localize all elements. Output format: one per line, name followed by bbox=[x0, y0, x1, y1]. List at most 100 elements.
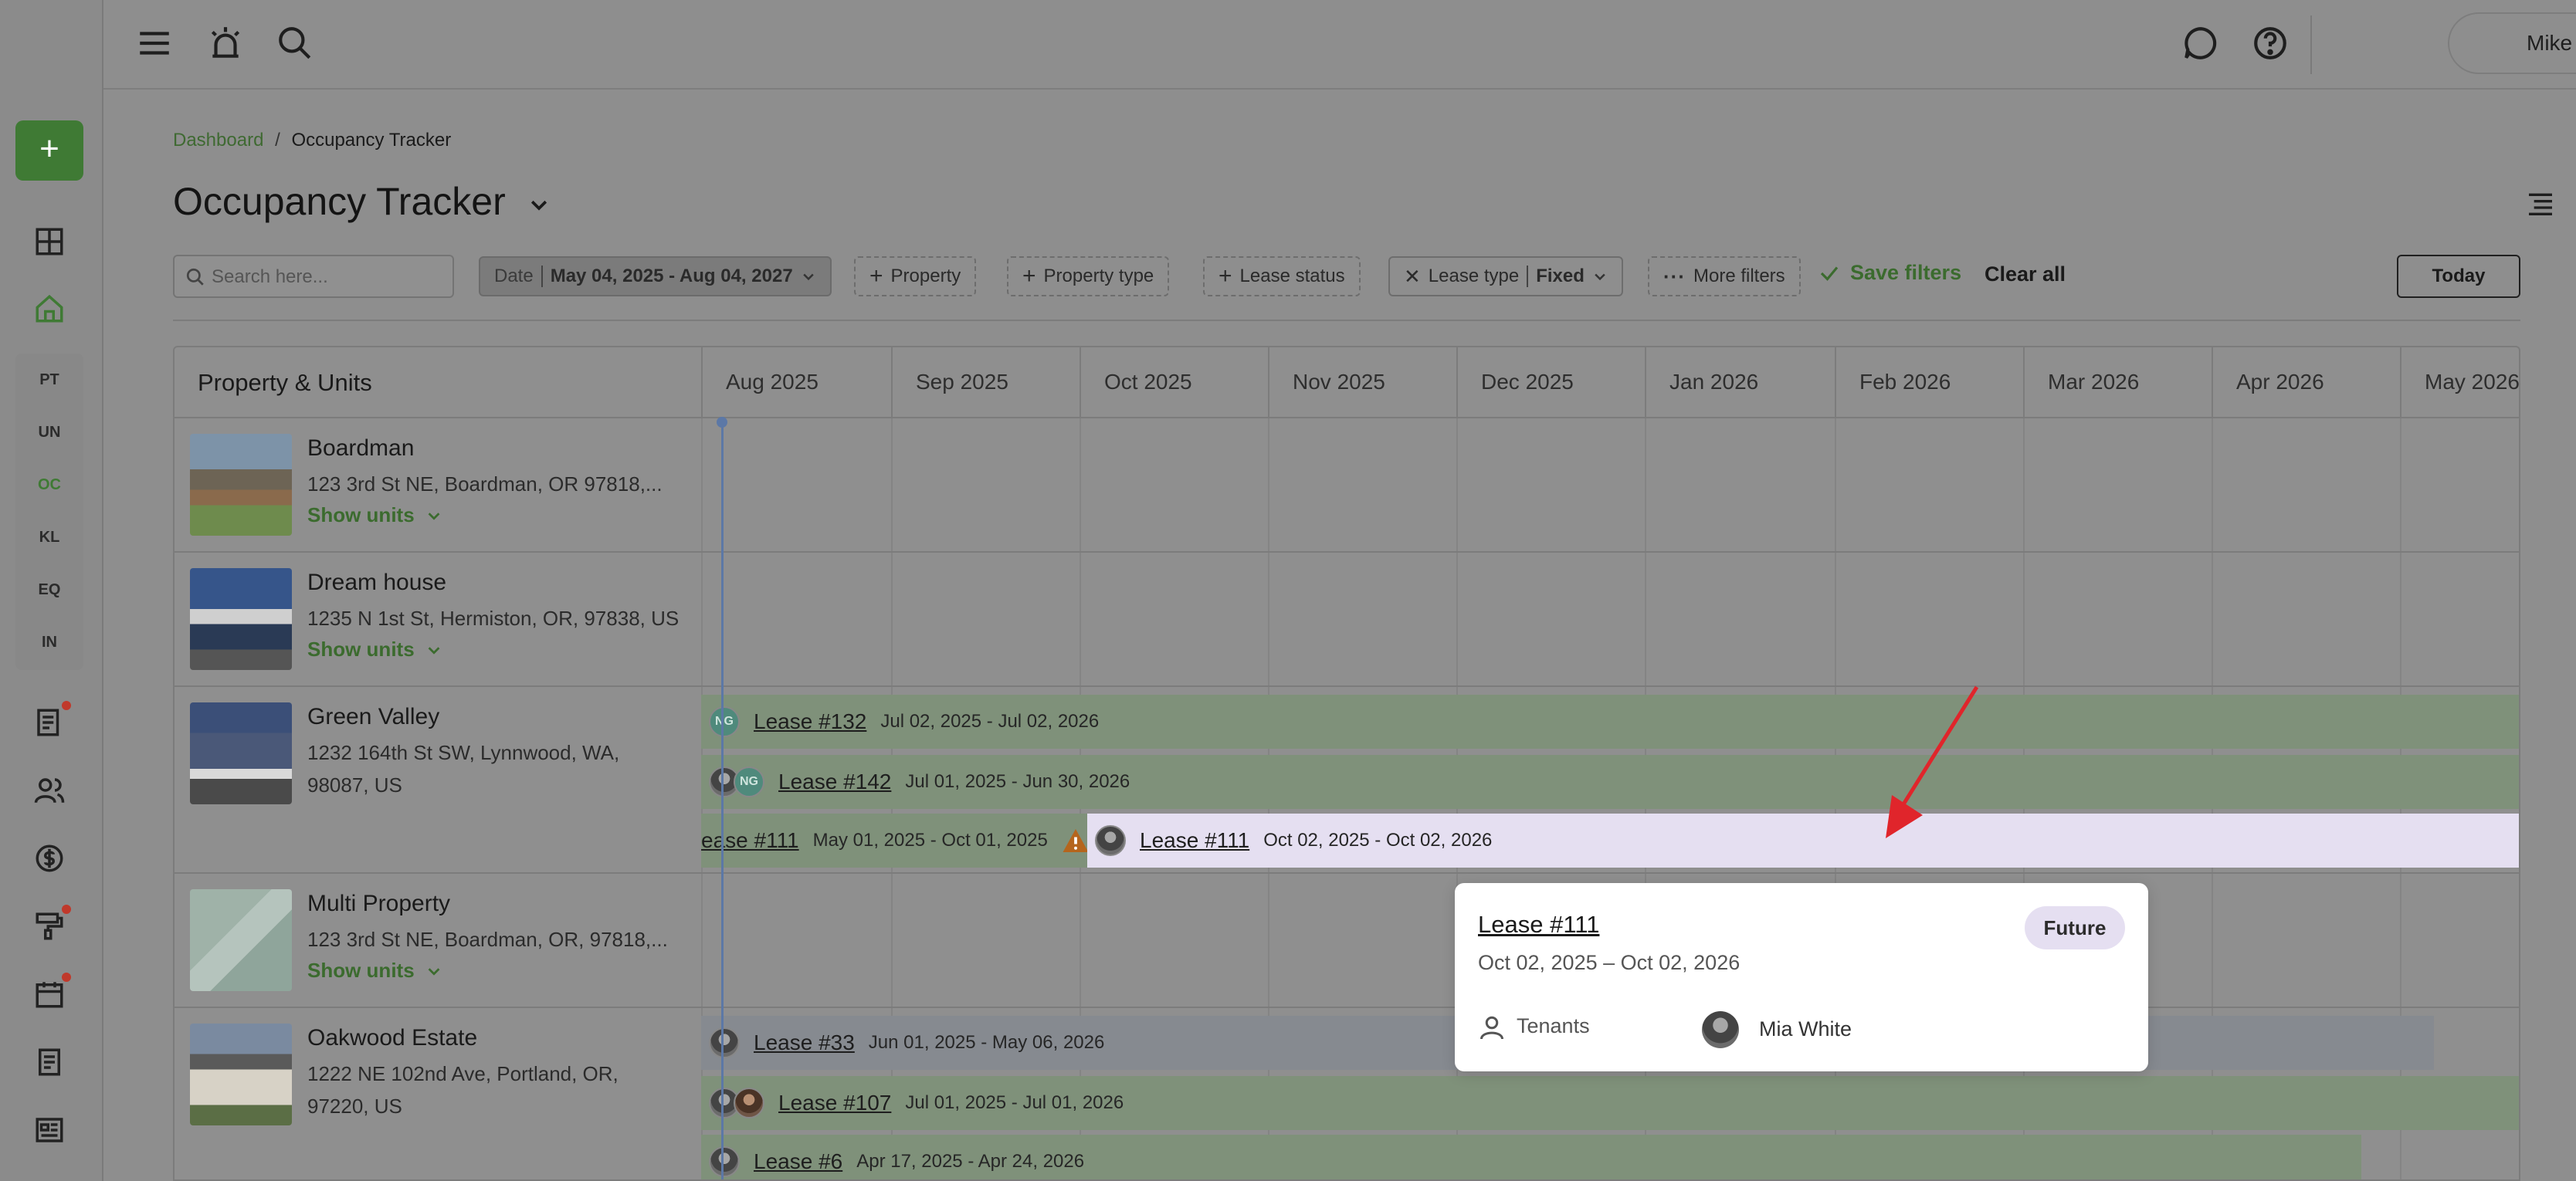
user-name: Mike bbox=[2527, 31, 2573, 55]
lease-bar[interactable]: NG Lease #132 Jul 02, 2025 - Jul 02, 202… bbox=[701, 695, 2519, 749]
property-type-filter[interactable]: + Property type bbox=[1007, 256, 1170, 296]
search-input[interactable] bbox=[212, 264, 443, 290]
plus-icon: + bbox=[1219, 263, 1232, 289]
month-header: Apr 2026 bbox=[2212, 347, 2400, 417]
today-button[interactable]: Today bbox=[2397, 255, 2520, 298]
month-header: Sep 2025 bbox=[891, 347, 1080, 417]
nav-item-kl[interactable]: KL bbox=[15, 514, 83, 560]
breadcrumb-home-link[interactable]: Dashboard bbox=[173, 130, 263, 151]
chat-icon[interactable] bbox=[2178, 20, 2224, 66]
document-icon[interactable] bbox=[26, 1039, 73, 1085]
annotation-arrow-icon bbox=[1886, 685, 1979, 838]
page-title[interactable]: Occupancy Tracker bbox=[173, 179, 551, 224]
lease-link[interactable]: ease #111 bbox=[701, 828, 799, 853]
popup-dates: Oct 02, 2025 – Oct 02, 2026 bbox=[1478, 951, 1740, 974]
tenants-label: Tenants bbox=[1517, 1014, 1590, 1037]
nav-item-un[interactable]: UN bbox=[15, 409, 83, 455]
search-icon[interactable] bbox=[272, 20, 318, 66]
tenant-avatar bbox=[734, 1088, 764, 1118]
add-button[interactable]: + bbox=[15, 120, 83, 181]
popup-lease-link[interactable]: Lease #111 bbox=[1478, 911, 1599, 939]
lease-bar-selected[interactable]: Lease #111 Oct 02, 2025 - Oct 02, 2026 bbox=[1087, 814, 2519, 868]
help-icon[interactable] bbox=[2247, 20, 2293, 66]
lease-dates: Jul 01, 2025 - Jul 01, 2026 bbox=[905, 1092, 1124, 1113]
tenant-name[interactable]: Mia White bbox=[1759, 1017, 1852, 1041]
today-marker bbox=[717, 417, 727, 428]
dollar-icon[interactable] bbox=[26, 835, 73, 882]
chevron-down-icon bbox=[428, 646, 440, 655]
month-header: Nov 2025 bbox=[1268, 347, 1456, 417]
chevron-down-icon bbox=[1595, 273, 1605, 281]
tenant-avatar bbox=[1702, 1011, 1739, 1048]
property-address: 123 3rd St NE, Boardman, OR 97818,... bbox=[307, 472, 663, 496]
property-thumbnail bbox=[190, 1024, 292, 1125]
lease-link[interactable]: Lease #132 bbox=[754, 709, 866, 734]
nav-item-oc[interactable]: OC bbox=[15, 462, 83, 508]
lease-link[interactable]: Lease #142 bbox=[778, 770, 891, 794]
column-settings-icon[interactable] bbox=[2523, 188, 2557, 219]
lease-dates: Oct 02, 2025 - Oct 02, 2026 bbox=[1263, 830, 1493, 851]
month-header: Mar 2026 bbox=[2023, 347, 2212, 417]
alarm-icon[interactable] bbox=[202, 20, 249, 66]
tenant-avatar bbox=[709, 1146, 740, 1177]
lease-dates: Jun 01, 2025 - May 06, 2026 bbox=[868, 1032, 1105, 1053]
lease-link[interactable]: Lease #33 bbox=[754, 1030, 855, 1055]
dashboard-grid-icon[interactable] bbox=[26, 218, 73, 265]
nav-item-in[interactable]: IN bbox=[15, 619, 83, 665]
divider bbox=[2310, 15, 2312, 74]
lease-bar[interactable]: Lease #6 Apr 17, 2025 - Apr 24, 2026 bbox=[701, 1135, 2361, 1179]
tenant-avatar bbox=[709, 1027, 740, 1058]
plus-icon: + bbox=[1022, 263, 1036, 289]
lease-link[interactable]: Lease #107 bbox=[778, 1091, 891, 1115]
search-box[interactable] bbox=[173, 255, 454, 298]
divider bbox=[173, 320, 2520, 321]
home-icon[interactable] bbox=[26, 286, 73, 332]
lease-bar[interactable]: ease #111 May 01, 2025 - Oct 01, 2025 bbox=[701, 814, 1090, 868]
save-filters-button[interactable]: Save filters bbox=[1818, 261, 1961, 285]
property-name[interactable]: Boardman bbox=[307, 435, 414, 462]
property-thumbnail bbox=[190, 434, 292, 536]
property-thumbnail bbox=[190, 568, 292, 670]
lease-dates: Jul 02, 2025 - Jul 02, 2026 bbox=[880, 711, 1100, 732]
lease-dates: May 01, 2025 - Oct 01, 2025 bbox=[812, 830, 1048, 851]
lease-status-filter[interactable]: + Lease status bbox=[1203, 256, 1361, 296]
notification-dot bbox=[62, 701, 71, 710]
clear-all-button[interactable]: Clear all bbox=[1985, 262, 2066, 286]
chevron-down-icon bbox=[428, 967, 440, 976]
property-name[interactable]: Green Valley bbox=[307, 704, 439, 730]
news-icon[interactable] bbox=[26, 1107, 73, 1153]
month-header: May 2026 bbox=[2400, 347, 2519, 417]
menu-icon[interactable] bbox=[131, 20, 178, 66]
occupancy-grid: Property & Units Aug 2025 Sep 2025 Oct 2… bbox=[173, 346, 2520, 1181]
month-header: Oct 2025 bbox=[1080, 347, 1268, 417]
breadcrumb-separator: / bbox=[275, 130, 280, 151]
property-name[interactable]: Oakwood Estate bbox=[307, 1025, 477, 1051]
breadcrumb: Dashboard / Occupancy Tracker bbox=[173, 130, 451, 151]
property-name[interactable]: Dream house bbox=[307, 570, 446, 596]
lease-bar[interactable]: Lease #107 Jul 01, 2025 - Jul 01, 2026 bbox=[701, 1076, 2519, 1130]
nav-item-eq[interactable]: EQ bbox=[15, 567, 83, 613]
tenant-avatar: NG bbox=[734, 766, 764, 797]
show-units-button[interactable]: Show units bbox=[307, 638, 442, 662]
property-name[interactable]: Multi Property bbox=[307, 891, 450, 917]
lease-popup: Lease #111 Future Oct 02, 2025 – Oct 02,… bbox=[1455, 883, 2148, 1071]
lease-link[interactable]: Lease #6 bbox=[754, 1149, 842, 1174]
more-filters-button[interactable]: ··· More filters bbox=[1648, 256, 1801, 296]
show-units-button[interactable]: Show units bbox=[307, 503, 442, 527]
warning-icon bbox=[1063, 829, 1089, 852]
month-header: Jan 2026 bbox=[1645, 347, 1835, 417]
people-icon[interactable] bbox=[26, 767, 73, 814]
lease-type-filter[interactable]: ✕ Lease type Fixed bbox=[1388, 256, 1623, 296]
property-filter[interactable]: + Property bbox=[854, 256, 977, 296]
today-line bbox=[721, 417, 724, 1179]
nav-item-pt[interactable]: PT bbox=[15, 357, 83, 403]
lease-bar[interactable]: NG Lease #142 Jul 01, 2025 - Jun 30, 202… bbox=[701, 755, 2519, 809]
date-filter[interactable]: Date May 04, 2025 - Aug 04, 2027 bbox=[479, 256, 832, 296]
show-units-button[interactable]: Show units bbox=[307, 959, 442, 983]
user-menu[interactable]: Mike bbox=[2448, 12, 2576, 74]
lease-link[interactable]: Lease #111 bbox=[1140, 828, 1249, 853]
month-header: Dec 2025 bbox=[1456, 347, 1645, 417]
close-icon[interactable]: ✕ bbox=[1404, 265, 1421, 289]
search-icon bbox=[186, 268, 204, 286]
tenant-avatar bbox=[1095, 825, 1126, 856]
